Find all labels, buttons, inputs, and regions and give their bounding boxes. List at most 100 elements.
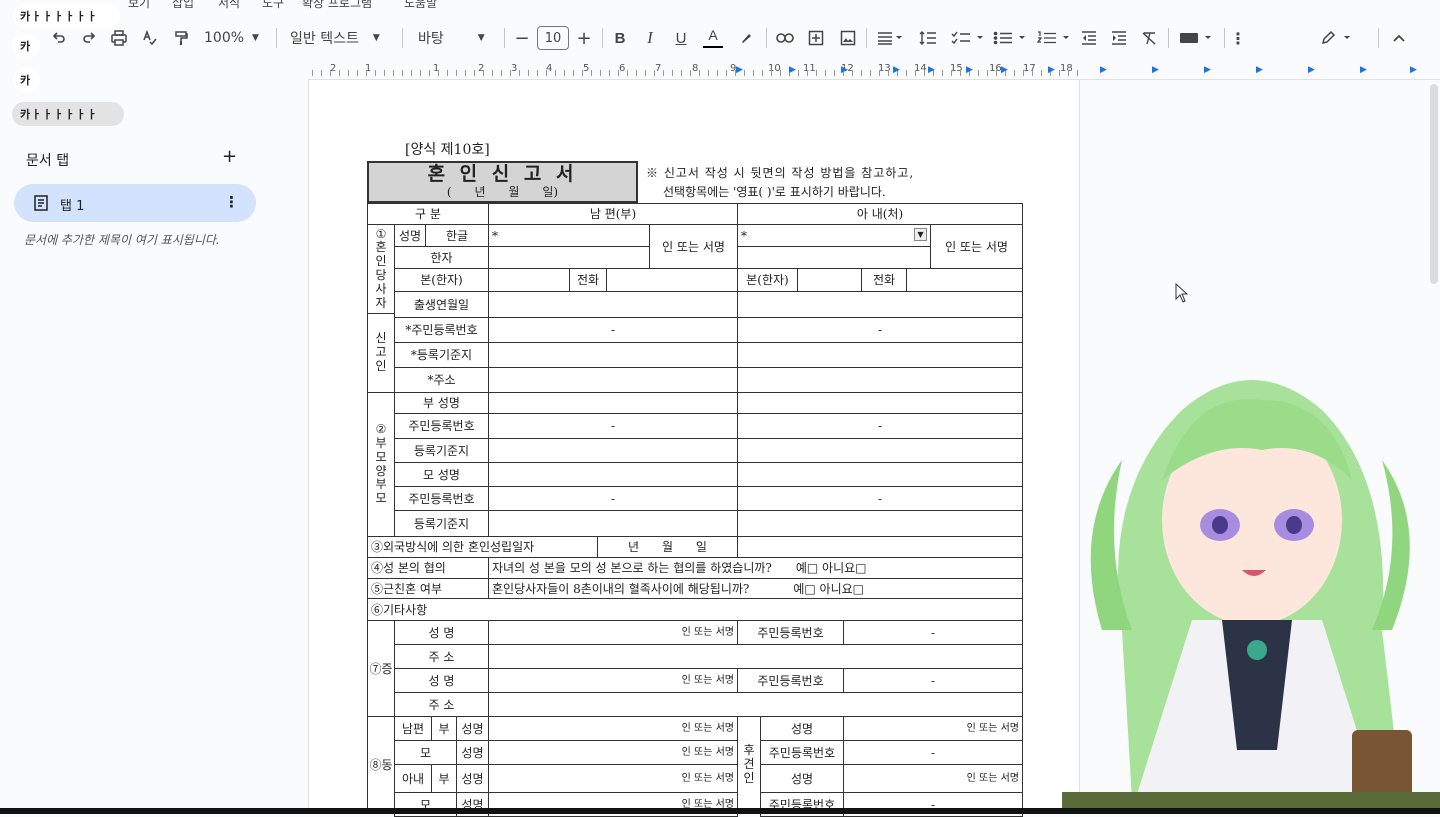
husband-parent-input[interactable]: - bbox=[488, 413, 738, 439]
label-parent[interactable]: 모 성명 bbox=[394, 462, 489, 487]
label-birth[interactable]: 출생연월일 bbox=[394, 291, 489, 318]
font-size-decrease-button[interactable]: − bbox=[512, 18, 532, 58]
menu-help[interactable]: 도움말 bbox=[404, 0, 437, 10]
label-resident-no[interactable]: 주민등록번호 bbox=[760, 740, 844, 765]
witness-label[interactable]: 주 소 bbox=[394, 644, 489, 669]
decrease-indent-icon[interactable] bbox=[1078, 18, 1100, 58]
husband-birth-input[interactable] bbox=[488, 291, 738, 318]
highlight-icon[interactable] bbox=[736, 18, 756, 58]
label-hanja[interactable]: 한자 bbox=[394, 246, 489, 269]
husband-name-hanja-input[interactable] bbox=[488, 246, 650, 269]
surname-agreement-question[interactable]: 자녀의 성 본을 모의 성 본으로 하는 협의를 하였습니까? 예□ 아니요□ bbox=[488, 557, 1023, 579]
numbered-list-icon[interactable] bbox=[1034, 18, 1074, 58]
witness-address-input[interactable] bbox=[488, 644, 1023, 669]
row-consanguinity[interactable]: ⑤근친혼 여부 bbox=[367, 578, 489, 599]
comment-icon[interactable] bbox=[805, 18, 827, 58]
label-name[interactable]: 성명 bbox=[760, 764, 844, 793]
yes-no-checkbox[interactable]: 예□ 아니요□ bbox=[793, 583, 864, 595]
section-7-label[interactable]: ⑦증 bbox=[367, 620, 395, 717]
dropdown-icon[interactable]: ▼ bbox=[914, 228, 927, 241]
paint-format-icon[interactable] bbox=[170, 18, 192, 58]
husband-name-hangul-input[interactable]: * bbox=[488, 224, 650, 247]
label-parent[interactable]: 주민등록번호 bbox=[394, 486, 489, 511]
guardian-label[interactable]: 후견인 bbox=[737, 716, 761, 814]
section-8-label[interactable]: ⑧동 bbox=[367, 716, 395, 814]
consent-seal-input[interactable]: 인 또는 서명 bbox=[488, 764, 738, 793]
label-address[interactable]: *주소 bbox=[394, 367, 489, 393]
tab-stop-icon[interactable]: ▶ bbox=[736, 65, 743, 75]
wife-phone-input[interactable] bbox=[906, 268, 1023, 292]
tab-stop-icon[interactable]: ▶ bbox=[841, 65, 848, 75]
yes-no-checkbox[interactable]: 예□ 아니요□ bbox=[796, 562, 867, 574]
chevron-up-icon[interactable] bbox=[1388, 18, 1410, 58]
line-spacing-icon[interactable] bbox=[917, 18, 939, 58]
label-name[interactable]: 성명 bbox=[456, 716, 489, 741]
tab-stop-icon[interactable]: ▶ bbox=[966, 65, 973, 75]
add-tab-button[interactable]: + bbox=[222, 146, 237, 167]
tab-stop-icon[interactable]: ▶ bbox=[1048, 65, 1055, 75]
label-parent[interactable]: 등록기준지 bbox=[394, 510, 489, 537]
husband-resident-no-input[interactable]: - bbox=[488, 317, 738, 343]
wife-parent-input[interactable] bbox=[737, 510, 1023, 537]
sidebar-item-tab-1[interactable]: 탭 1 ⋮ bbox=[14, 184, 256, 222]
husband-bon-input[interactable] bbox=[488, 268, 570, 292]
italic-button[interactable]: I bbox=[640, 18, 660, 58]
align-icon[interactable] bbox=[874, 18, 906, 58]
label-name[interactable]: 성명 bbox=[456, 764, 489, 793]
wife-parent-input[interactable]: - bbox=[737, 413, 1023, 439]
label-resident-no[interactable]: 주민등록번호 bbox=[737, 668, 844, 693]
wife-bon-input[interactable] bbox=[797, 268, 862, 292]
wife-parent-input[interactable] bbox=[737, 392, 1023, 414]
style-select[interactable]: 일반 텍스트 ▼ bbox=[290, 18, 390, 58]
wife-parent-input[interactable]: - bbox=[737, 486, 1023, 511]
wife-parent-input[interactable] bbox=[737, 462, 1023, 487]
image-icon[interactable] bbox=[837, 18, 859, 58]
increase-indent-icon[interactable] bbox=[1108, 18, 1130, 58]
label-husband[interactable]: 남편 bbox=[394, 716, 432, 741]
column-header[interactable]: 아 내(처) bbox=[737, 203, 1023, 225]
husband-seal[interactable]: 인 또는 서명 bbox=[649, 224, 738, 269]
row-foreign-marriage[interactable]: ③외국방식에 의한 혼인성립일자 bbox=[367, 536, 598, 558]
font-size-increase-button[interactable]: + bbox=[574, 18, 594, 58]
column-header[interactable]: 남 편(부) bbox=[488, 203, 738, 225]
more-options-button[interactable]: ⋮ bbox=[1228, 18, 1248, 58]
husband-parent-input[interactable] bbox=[488, 438, 738, 463]
foreign-marriage-date[interactable]: 년 월 일 bbox=[597, 536, 738, 558]
wife-reg-base-input[interactable] bbox=[737, 342, 1023, 368]
consanguinity-question[interactable]: 혼인당사자들이 8촌이내의 혈족사이에 해당됩니까? 예□ 아니요□ bbox=[488, 578, 1023, 599]
husband-reg-base-input[interactable] bbox=[488, 342, 738, 368]
wife-name-hanja-input[interactable] bbox=[737, 246, 931, 269]
label-name[interactable]: 성명 bbox=[456, 740, 489, 765]
underline-button[interactable]: U bbox=[671, 18, 691, 58]
row-other-notes[interactable]: ⑥기타사항 bbox=[367, 598, 1023, 621]
wife-birth-input[interactable] bbox=[737, 291, 1023, 318]
row-surname-agreement[interactable]: ④성 본의 협의 bbox=[367, 557, 489, 579]
witness-resident-no-input[interactable]: - bbox=[843, 620, 1023, 645]
font-select[interactable]: 바탕 ▼ bbox=[418, 18, 494, 58]
label-phone[interactable]: 전화 bbox=[569, 268, 607, 292]
husband-parent-input[interactable] bbox=[488, 510, 738, 537]
witness-label[interactable]: 성 명 bbox=[394, 620, 489, 645]
witness-label[interactable]: 주 소 bbox=[394, 692, 489, 717]
menu-extensions[interactable]: 확장 프로그램 bbox=[302, 0, 372, 10]
clear-formatting-icon[interactable] bbox=[1138, 18, 1160, 58]
text-color-button[interactable]: A bbox=[703, 24, 723, 48]
section-2-label[interactable]: ②부모양부모 bbox=[367, 392, 395, 537]
label-name[interactable]: 성명 bbox=[760, 716, 844, 741]
husband-phone-input[interactable] bbox=[606, 268, 738, 292]
input-tools-icon[interactable] bbox=[1176, 18, 1216, 58]
label-bon[interactable]: 본(한자) bbox=[737, 268, 798, 292]
witness-address-input[interactable] bbox=[488, 692, 1023, 717]
label-name[interactable]: 성명 bbox=[394, 224, 426, 247]
label-reg-base[interactable]: *등록기준지 bbox=[394, 342, 489, 368]
husband-address-input[interactable] bbox=[488, 367, 738, 393]
witness-resident-no-input[interactable]: - bbox=[843, 668, 1023, 693]
menu-view[interactable]: 보기 bbox=[128, 0, 150, 10]
label-mother[interactable]: 모 bbox=[394, 740, 457, 765]
document-page[interactable]: [양식 제10호] 혼 인 신 고 서( 년 월 일) ※ 신고서 작성 시 뒷면의… bbox=[308, 80, 1080, 817]
consent-seal-input[interactable]: 인 또는 서명 bbox=[488, 716, 738, 741]
section-1-label[interactable]: 신고인 bbox=[367, 313, 395, 393]
tab-stop-icon[interactable]: ▶ bbox=[1001, 65, 1008, 75]
zoom-select[interactable]: 100% ▼ bbox=[204, 18, 264, 58]
wife-address-input[interactable] bbox=[737, 367, 1023, 393]
